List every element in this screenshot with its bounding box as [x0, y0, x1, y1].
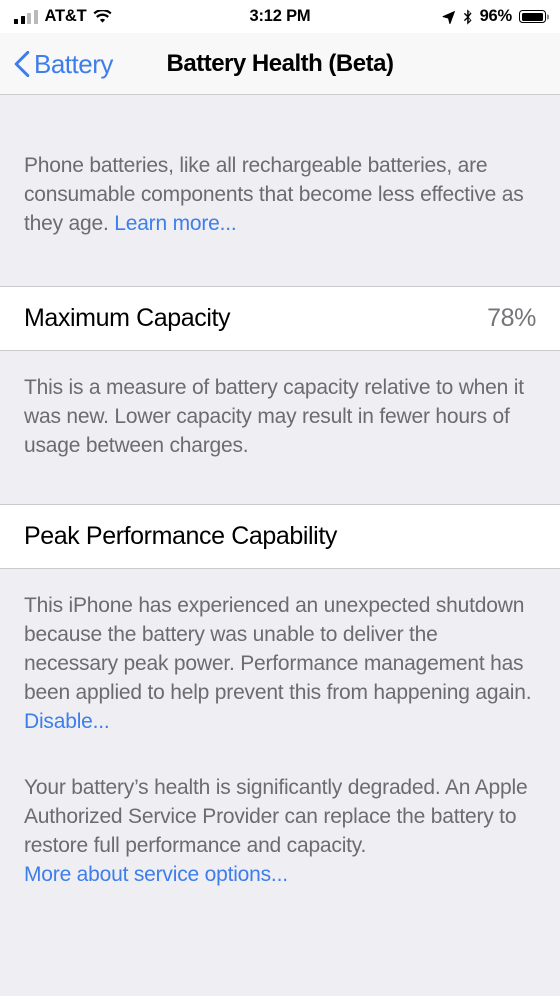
status-bar: AT&T 3:12 PM 96%: [0, 0, 560, 33]
peak-performance-note-text: This iPhone has experienced an unexpecte…: [24, 594, 532, 704]
battery-icon: [519, 10, 546, 23]
settings-content: Phone batteries, like all rechargeable b…: [0, 95, 560, 996]
status-bar-left: AT&T: [14, 7, 113, 26]
battery-percentage-label: 96%: [479, 7, 513, 26]
peak-performance-label: Peak Performance Capability: [24, 522, 337, 550]
maximum-capacity-row: Maximum Capacity 78%: [0, 286, 560, 351]
learn-more-link[interactable]: Learn more...: [114, 212, 236, 235]
maximum-capacity-value: 78%: [487, 304, 536, 332]
peak-performance-note: This iPhone has experienced an unexpecte…: [0, 569, 560, 736]
wifi-icon: [93, 9, 113, 23]
chevron-left-icon: [14, 50, 30, 77]
bluetooth-icon: [463, 8, 472, 25]
intro-note-text: Phone batteries, like all rechargeable b…: [24, 154, 524, 235]
intro-note: Phone batteries, like all rechargeable b…: [0, 95, 560, 286]
cellular-signal-icon: [14, 9, 38, 24]
back-button-label: Battery: [34, 48, 113, 79]
maximum-capacity-label: Maximum Capacity: [24, 304, 231, 332]
service-note-text: Your battery’s health is significantly d…: [24, 776, 528, 857]
maximum-capacity-note: This is a measure of battery capacity re…: [24, 376, 524, 457]
back-button[interactable]: Battery: [14, 48, 113, 79]
status-bar-right: 96%: [442, 8, 546, 25]
location-arrow-icon: [442, 10, 455, 24]
service-note: Your battery’s health is significantly d…: [0, 736, 560, 911]
more-about-service-options-link[interactable]: More about service options...: [24, 863, 288, 886]
navigation-bar: Battery Battery Health (Beta): [0, 33, 560, 95]
carrier-label: AT&T: [44, 7, 87, 26]
peak-performance-row: Peak Performance Capability: [0, 504, 560, 569]
disable-link[interactable]: Disable...: [24, 710, 110, 733]
